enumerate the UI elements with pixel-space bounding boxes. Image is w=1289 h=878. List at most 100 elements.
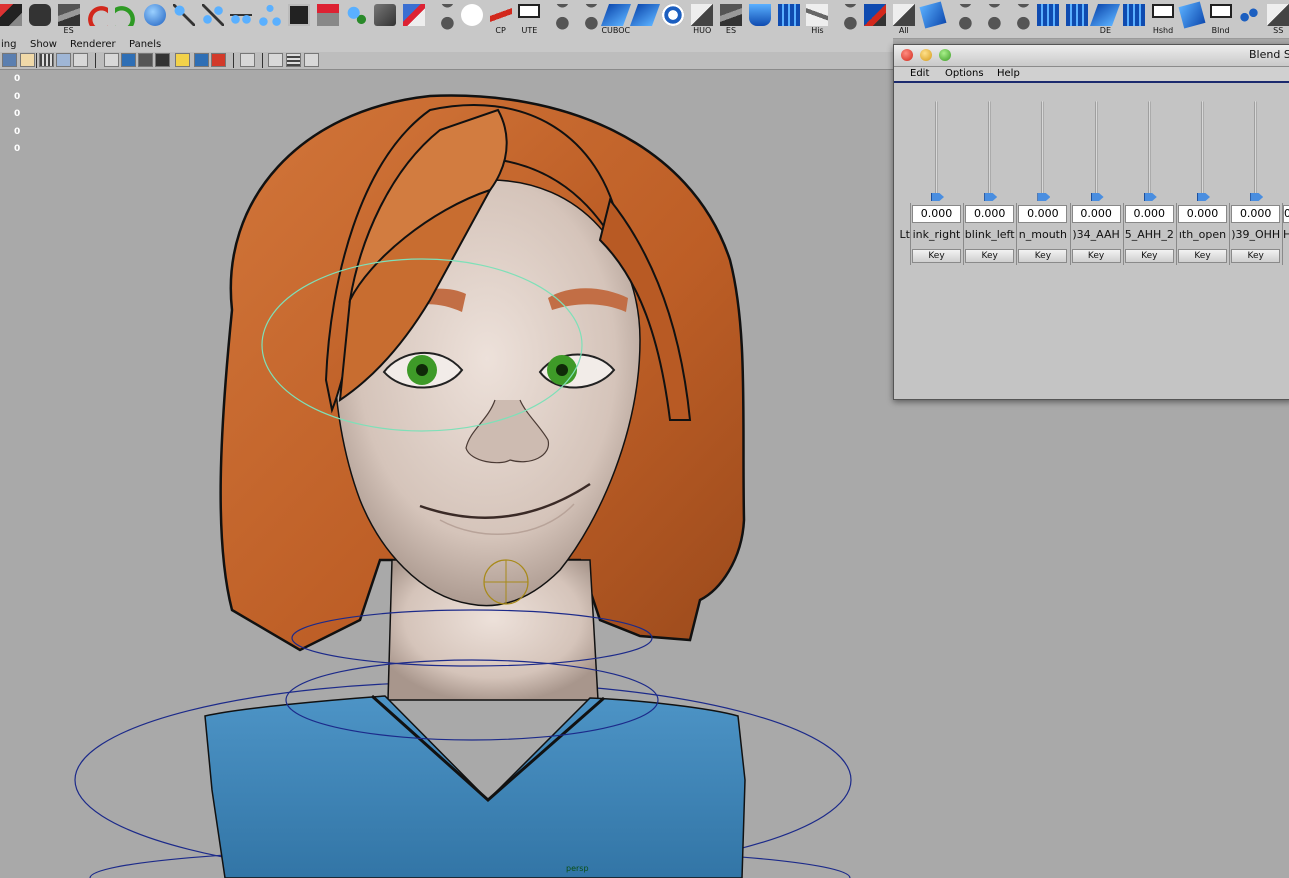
- xray-joints-icon[interactable]: [304, 53, 319, 67]
- wireframe-cube-icon[interactable]: [104, 53, 119, 67]
- key-button[interactable]: Key: [912, 249, 961, 263]
- light-icon[interactable]: [20, 53, 35, 67]
- shelf-button[interactable]: [315, 2, 341, 36]
- target-icon: [662, 4, 685, 26]
- slider-thumb[interactable]: [1037, 193, 1051, 201]
- shelf-button-label: All: [898, 26, 909, 35]
- shelf-button[interactable]: DE: [1090, 2, 1121, 36]
- key-button[interactable]: Key: [1231, 249, 1281, 263]
- resolution-gate-icon[interactable]: [286, 53, 301, 67]
- slider-track[interactable]: [1147, 101, 1151, 199]
- key-button[interactable]: Key: [1124, 249, 1174, 263]
- blend-target-name: 5_AHH_2: [1124, 228, 1174, 241]
- slider-track[interactable]: [1254, 101, 1258, 199]
- film-gate-icon[interactable]: [73, 53, 88, 67]
- script-editor-icon: [288, 4, 310, 26]
- key-button[interactable]: Key: [1018, 249, 1068, 263]
- grid-icon[interactable]: [39, 53, 54, 67]
- shelf-button[interactable]: [545, 2, 571, 36]
- hand-curve-icon: [806, 4, 829, 26]
- partial-slider-value[interactable]: 0: [1283, 205, 1289, 223]
- shelf-button[interactable]: [228, 2, 254, 36]
- slider-value-field[interactable]: 0.000: [1071, 205, 1121, 223]
- shelf-button[interactable]: [286, 2, 312, 36]
- key-button[interactable]: Key: [1178, 249, 1227, 263]
- slider-thumb[interactable]: [1143, 193, 1157, 201]
- key-button[interactable]: Key: [965, 249, 1015, 263]
- shelf-button[interactable]: [1006, 2, 1032, 36]
- smooth-shade-icon[interactable]: [121, 53, 136, 67]
- menu-show[interactable]: Show: [30, 39, 57, 50]
- menu-panels[interactable]: Panels: [129, 39, 161, 50]
- slider-track[interactable]: [1094, 101, 1098, 199]
- slider-value-field[interactable]: 0.000: [1231, 205, 1281, 223]
- shelf-button[interactable]: [344, 2, 370, 36]
- menu-help[interactable]: Help: [997, 68, 1020, 79]
- shelf-button[interactable]: [257, 2, 283, 36]
- slider-track[interactable]: [1201, 101, 1204, 199]
- zoom-window-icon[interactable]: [939, 49, 951, 61]
- close-window-icon[interactable]: [901, 49, 913, 61]
- shelf-button[interactable]: [0, 2, 24, 36]
- shelf-button[interactable]: [113, 2, 139, 36]
- shelf-button[interactable]: His: [804, 2, 830, 36]
- shelf-button[interactable]: Blnd: [1208, 2, 1234, 36]
- blend-target-slider: 0.000 blink_left Key: [963, 83, 1016, 313]
- shelf-button[interactable]: [171, 2, 197, 36]
- menu-edit[interactable]: Edit: [910, 68, 929, 79]
- key-button[interactable]: Key: [1071, 249, 1121, 263]
- blue-plane-icon: [629, 4, 660, 26]
- shelf-button[interactable]: CUBOC: [600, 2, 631, 36]
- xray-icon[interactable]: [56, 53, 71, 67]
- shelf-button[interactable]: [948, 2, 974, 36]
- slider-value-field[interactable]: 0.000: [912, 205, 961, 223]
- shelf-button[interactable]: [142, 2, 168, 36]
- slider-value-field[interactable]: 0.000: [1124, 205, 1174, 223]
- shaded-wire-icon[interactable]: [138, 53, 153, 67]
- shelf-button[interactable]: [747, 2, 773, 36]
- shelf-button[interactable]: UTE: [516, 2, 542, 36]
- lighting-mode-icon[interactable]: [194, 53, 209, 67]
- shelf-button[interactable]: SS: [1265, 2, 1289, 36]
- shelf-button-label: Hshd: [1152, 26, 1174, 35]
- slider-value-field[interactable]: 0.000: [965, 205, 1015, 223]
- shelf-button[interactable]: [401, 2, 427, 36]
- constraint-icon: [345, 4, 368, 26]
- shelf-button[interactable]: ES: [718, 2, 744, 36]
- menu-renderer[interactable]: Renderer: [70, 39, 116, 50]
- shelf-button[interactable]: ES: [56, 2, 82, 36]
- minimize-window-icon[interactable]: [920, 49, 932, 61]
- slider-thumb[interactable]: [1090, 193, 1104, 201]
- slider-track[interactable]: [988, 101, 992, 199]
- shelf-button[interactable]: [84, 2, 110, 36]
- slider-value-field[interactable]: 0.000: [1018, 205, 1068, 223]
- slider-track[interactable]: [1041, 101, 1045, 199]
- menu-lighting[interactable]: ing: [1, 39, 16, 50]
- shelf-button[interactable]: All: [891, 2, 917, 36]
- shelf-button[interactable]: [200, 2, 226, 36]
- shelf-button[interactable]: [430, 2, 456, 36]
- isolate-icon[interactable]: [240, 53, 255, 67]
- shelf-button[interactable]: [1035, 2, 1061, 36]
- shadow-icon[interactable]: [211, 53, 226, 67]
- perspective-viewport[interactable]: [0, 70, 893, 878]
- bulb-icon[interactable]: [175, 53, 190, 67]
- texture-icon[interactable]: [155, 53, 170, 67]
- shelf-button[interactable]: [833, 2, 859, 36]
- shelf-button[interactable]: Hshd: [1150, 2, 1176, 36]
- menu-options[interactable]: Options: [945, 68, 984, 79]
- slider-thumb[interactable]: [1250, 193, 1264, 201]
- slider-thumb[interactable]: [984, 193, 998, 201]
- slider-thumb[interactable]: [931, 193, 944, 201]
- hud-cube-icon[interactable]: [268, 53, 283, 67]
- camera-select-icon[interactable]: [2, 53, 17, 67]
- slider-track[interactable]: [935, 101, 938, 199]
- column-divider: [1122, 203, 1124, 265]
- shelf-button[interactable]: [919, 1, 947, 36]
- slider-thumb[interactable]: [1197, 193, 1210, 201]
- shelf-button[interactable]: [372, 2, 398, 36]
- slider-value-field[interactable]: 0.000: [1178, 205, 1227, 223]
- shelf-button[interactable]: [977, 2, 1003, 36]
- window-titlebar[interactable]: Blend S: [894, 45, 1289, 67]
- shelf-button[interactable]: [629, 2, 660, 36]
